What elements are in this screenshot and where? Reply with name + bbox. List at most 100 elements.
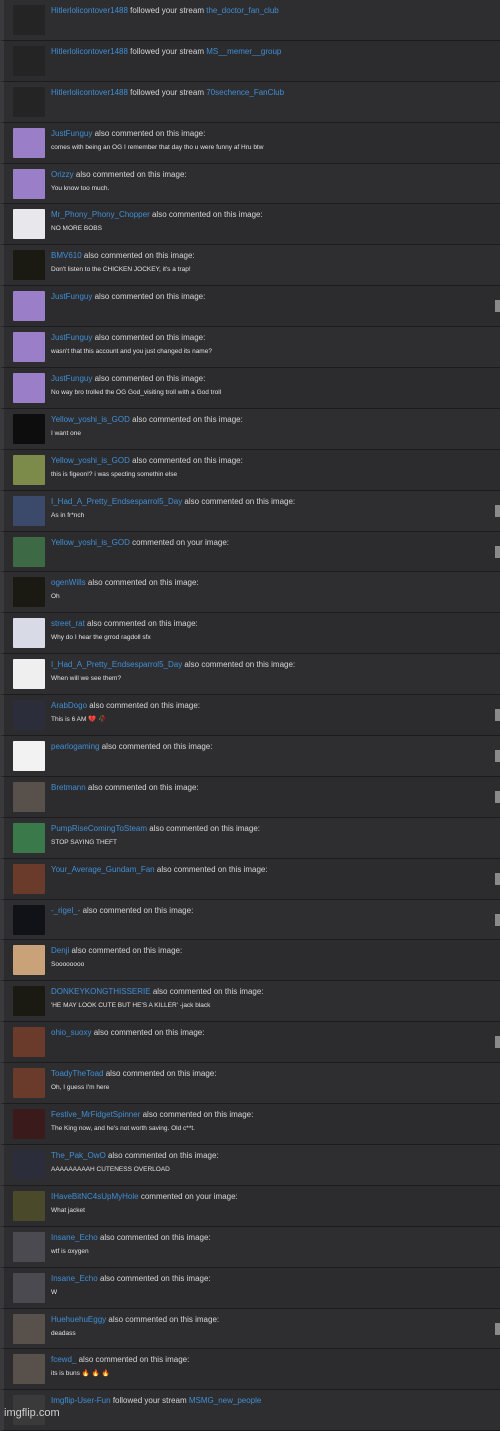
username-link[interactable]: Insane_Echo [51,1274,98,1283]
user-avatar[interactable] [13,127,45,158]
username-link[interactable]: PumpRiseComingToSteam [51,824,147,833]
image-thumbnail[interactable] [495,504,500,517]
notification-row[interactable]: Hitlerlolicontover1488 followed your str… [0,40,500,82]
user-avatar[interactable] [13,781,45,812]
user-avatar[interactable] [13,1068,45,1099]
username-link[interactable]: Festive_MrFidgetSpinner [51,1110,140,1119]
image-thumbnail[interactable] [495,709,500,722]
stream-link[interactable]: the_doctor_fan_club [206,6,279,15]
username-link[interactable]: Yellow_yoshi_is_GOD [51,456,130,465]
image-thumbnail[interactable] [495,545,500,558]
username-link[interactable]: JustFunguy [51,374,92,383]
username-link[interactable]: ohio_suoxy [51,1028,91,1037]
notification-row[interactable]: PumpRiseComingToSteam also commented on … [0,817,500,859]
username-link[interactable]: IHaveBitNC4sUpMyHole [51,1192,139,1201]
user-avatar[interactable] [13,741,45,772]
user-avatar[interactable] [13,1354,45,1385]
notification-row[interactable]: Insane_Echo also commented on this image… [0,1267,500,1309]
notification-row[interactable]: ohio_suoxy also commented on this image: [0,1022,500,1064]
notification-row[interactable]: Orizzy also commented on this image: You … [0,163,500,205]
username-link[interactable]: ogenWills [51,578,86,587]
notification-row[interactable]: JustFunguy also commented on this image:… [0,122,500,164]
user-avatar[interactable] [13,413,45,444]
user-avatar[interactable] [13,659,45,690]
user-avatar[interactable] [13,700,45,731]
user-avatar[interactable] [13,1231,45,1262]
notification-row[interactable]: JustFunguy also commented on this image:… [0,368,500,409]
username-link[interactable]: DONKEYKONGTHISSERIE [51,987,151,996]
user-avatar[interactable] [13,86,45,117]
stream-link[interactable]: MS__memer__group [206,47,281,56]
username-link[interactable]: Imgflip-User-Fun [51,1396,111,1405]
username-link[interactable]: JustFunguy [51,333,92,342]
image-thumbnail[interactable] [495,1322,500,1335]
user-avatar[interactable] [13,209,45,240]
username-link[interactable]: Your_Average_Gundam_Fan [51,865,155,874]
user-avatar[interactable] [13,1149,45,1180]
image-thumbnail[interactable] [495,790,500,803]
username-link[interactable]: ArabDogo [51,701,87,710]
username-link[interactable]: ToadyTheToad [51,1069,103,1078]
username-link[interactable]: I_Had_A_Pretty_Endsesparrol5_Day [51,660,182,669]
username-link[interactable]: Mr_Phony_Phony_Chopper [51,210,150,219]
user-avatar[interactable] [13,373,45,404]
user-avatar[interactable] [13,945,45,976]
notification-row[interactable]: Festive_MrFidgetSpinner also commented o… [0,1104,500,1145]
user-avatar[interactable] [13,45,45,76]
notification-row[interactable]: ToadyTheToad also commented on this imag… [0,1063,500,1105]
username-link[interactable]: Yellow_yoshi_is_GOD [51,415,130,424]
username-link[interactable]: I_Had_A_Pretty_Endsesparrol5_Day [51,497,182,506]
image-thumbnail[interactable] [495,913,500,926]
notification-row[interactable]: I_Had_A_Pretty_Endsesparrol5_Day also co… [0,654,500,696]
user-avatar[interactable] [13,1313,45,1344]
username-link[interactable]: Yellow_yoshi_is_GOD [51,538,130,547]
user-avatar[interactable] [13,250,45,281]
user-avatar[interactable] [13,1027,45,1058]
notification-row[interactable]: pearlogaming also commented on this imag… [0,736,500,777]
username-link[interactable]: Orizzy [51,170,74,179]
username-link[interactable]: pearlogaming [51,742,99,751]
notification-row[interactable]: Yellow_yoshi_is_GOD also commented on th… [0,449,500,491]
user-avatar[interactable] [13,577,45,608]
user-avatar[interactable] [13,1272,45,1303]
notification-row[interactable]: Imgflip-User-Fun followed your stream MS… [0,1390,500,1431]
user-avatar[interactable] [13,1109,45,1140]
notification-row[interactable]: Hitlerlolicontover1488 followed your str… [0,0,500,41]
username-link[interactable]: Bretmann [51,783,86,792]
user-avatar[interactable] [13,1190,45,1221]
notification-row[interactable]: Mr_Phony_Phony_Chopper also commented on… [0,204,500,246]
user-avatar[interactable] [13,168,45,199]
username-link[interactable]: -_rigel_- [51,906,80,915]
username-link[interactable]: JustFunguy [51,129,92,138]
notification-row[interactable]: Bretmann also commented on this image: [0,776,500,818]
notification-row[interactable]: JustFunguy also commented on this image: [0,286,500,328]
user-avatar[interactable] [13,332,45,363]
notification-row[interactable]: Hitlerlolicontover1488 followed your str… [0,81,500,123]
user-avatar[interactable] [13,495,45,526]
user-avatar[interactable] [13,822,45,853]
username-link[interactable]: HuehuehuEggy [51,1315,106,1324]
image-thumbnail[interactable] [495,300,500,313]
notification-row[interactable]: ArabDogo also commented on this image: Th… [0,695,500,737]
user-avatar[interactable] [13,618,45,649]
notification-row[interactable]: fcewd_ also commented on this image: its … [0,1349,500,1391]
username-link[interactable]: Hitlerlolicontover1488 [51,6,128,15]
notification-row[interactable]: I_Had_A_Pretty_Endsesparrol5_Day also co… [0,490,500,532]
notification-row[interactable]: IHaveBitNC4sUpMyHole commented on your i… [0,1185,500,1227]
notification-row[interactable]: Your_Average_Gundam_Fan also commented o… [0,858,500,900]
user-avatar[interactable] [13,536,45,567]
notification-row[interactable]: Insane_Echo also commented on this image… [0,1226,500,1268]
username-link[interactable]: Hitlerlolicontover1488 [51,88,128,97]
username-link[interactable]: Hitlerlolicontover1488 [51,47,128,56]
username-link[interactable]: street_rat [51,619,85,628]
notification-row[interactable]: Denji also commented on this image: Soooo… [0,940,500,982]
username-link[interactable]: The_Pak_OwO [51,1151,106,1160]
username-link[interactable]: Insane_Echo [51,1233,98,1242]
notification-row[interactable]: HuehuehuEggy also commented on this imag… [0,1308,500,1350]
user-avatar[interactable] [13,863,45,894]
image-thumbnail[interactable] [495,1036,500,1049]
username-link[interactable]: fcewd_ [51,1355,76,1364]
username-link[interactable]: Denji [51,946,69,955]
username-link[interactable]: BMV610 [51,251,82,260]
username-link[interactable]: JustFunguy [51,292,92,301]
